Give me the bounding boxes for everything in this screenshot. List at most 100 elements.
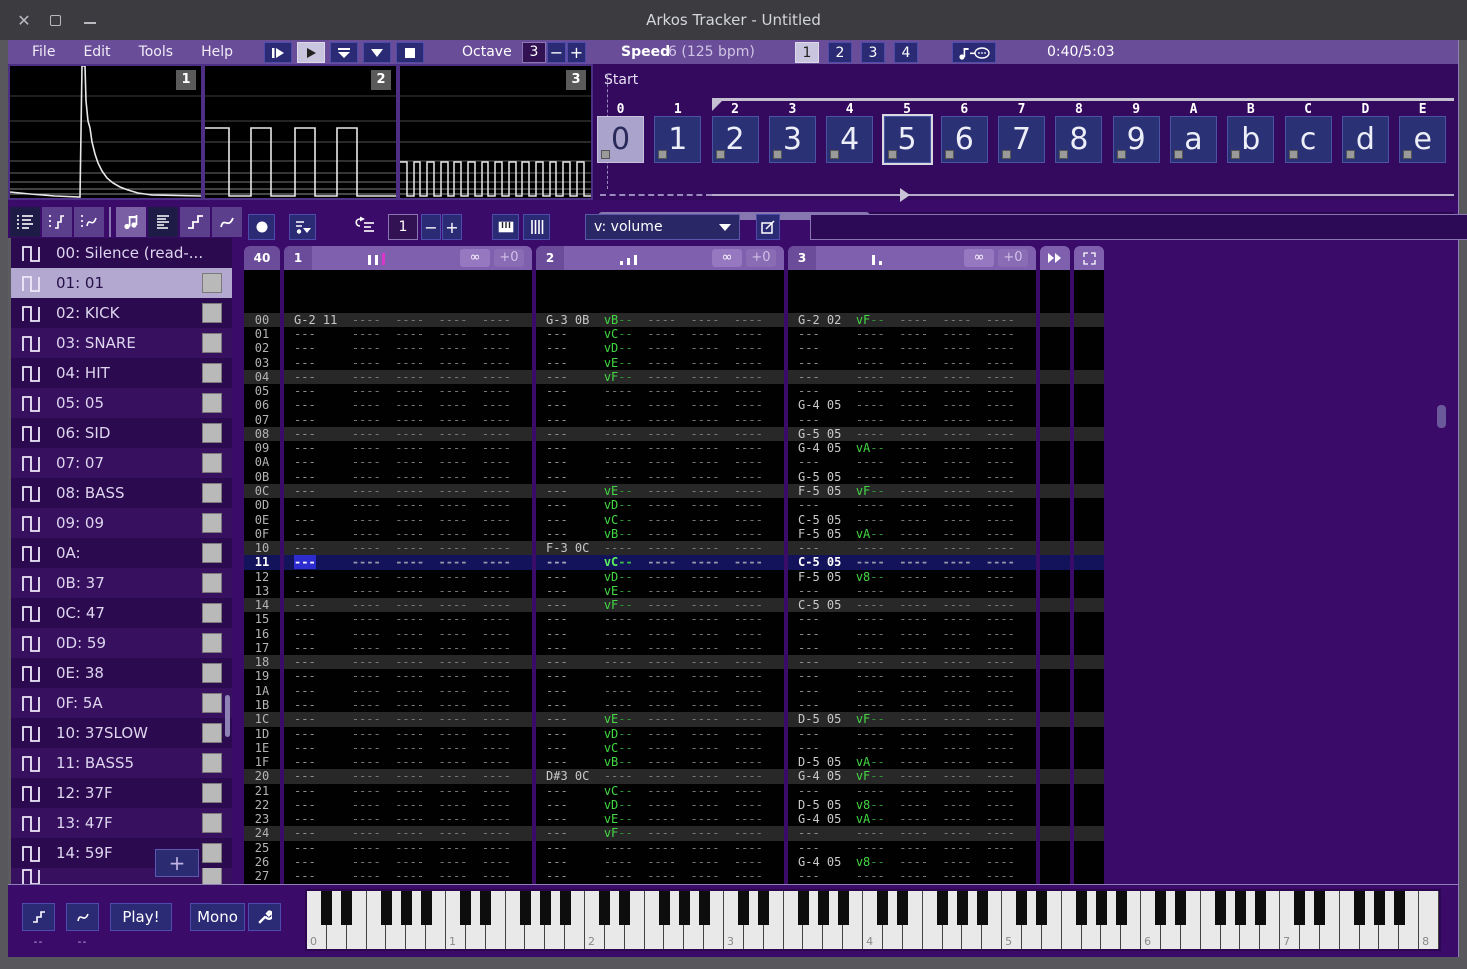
note-cell[interactable]: D-5 (798, 798, 820, 812)
effect-cell[interactable]: ---- (899, 826, 928, 840)
instrument-cell[interactable] (827, 541, 841, 555)
effect-cell[interactable]: ---- (482, 555, 511, 569)
effect-cell[interactable]: ---- (734, 427, 763, 441)
instrument-cell[interactable] (323, 427, 337, 441)
note-cell[interactable]: F-5 (798, 484, 820, 498)
effect-cell[interactable]: ---- (395, 698, 424, 712)
effect-cell[interactable]: ---- (439, 470, 468, 484)
columns-view-button[interactable] (523, 214, 550, 240)
effect-cell[interactable]: ---- (986, 470, 1015, 484)
effect-cell[interactable]: ---- (899, 541, 928, 555)
piano-black-key[interactable] (1076, 891, 1087, 925)
instrument-row-0E[interactable]: 0E: 38 (8, 658, 232, 688)
effect-cell[interactable]: ---- (856, 741, 885, 755)
note-cell[interactable]: --- (294, 784, 316, 798)
note-cell[interactable]: --- (798, 341, 820, 355)
effect-cell[interactable]: ---- (352, 555, 381, 569)
note-cell[interactable]: --- (294, 812, 316, 826)
instrument-mute-box[interactable] (202, 868, 222, 884)
effect-cell[interactable]: ---- (647, 684, 676, 698)
instrument-mute-box[interactable] (202, 333, 222, 353)
effect-cell[interactable]: ---- (482, 541, 511, 555)
effect-cell[interactable]: ---- (899, 855, 928, 869)
effect-cell[interactable]: ---- (482, 841, 511, 855)
effect-cell[interactable]: ---- (352, 313, 381, 327)
instrument-cell[interactable] (575, 755, 589, 769)
effect-cell[interactable]: ---- (691, 755, 720, 769)
effect-cell[interactable]: ---- (647, 455, 676, 469)
note-cell[interactable]: --- (798, 684, 820, 698)
piano-black-key[interactable] (421, 891, 432, 925)
note-cell[interactable]: --- (294, 427, 316, 441)
instrument-cell[interactable] (323, 413, 337, 427)
effect-cell[interactable]: ---- (986, 427, 1015, 441)
play-pattern-from-top-button[interactable] (330, 42, 358, 63)
effect-cell[interactable]: ---- (691, 727, 720, 741)
effect-cell[interactable]: ---- (691, 698, 720, 712)
step-plus-button[interactable]: + (442, 214, 462, 240)
note-cell[interactable]: --- (546, 869, 568, 883)
effect-cell[interactable]: ---- (691, 498, 720, 512)
effect-cell[interactable]: ---- (482, 784, 511, 798)
effect-cell[interactable]: ---- (943, 684, 972, 698)
effect-cell[interactable]: ---- (482, 869, 511, 883)
effect-cell[interactable]: ---- (439, 384, 468, 398)
effect-cell[interactable]: ---- (352, 413, 381, 427)
pattern-cell[interactable]: --- vC-- ---- ---- ---- (536, 327, 784, 341)
instrument-cell[interactable] (575, 384, 589, 398)
effect-cell[interactable]: ---- (691, 784, 720, 798)
instrument-mute-box[interactable] (202, 573, 222, 593)
instrument-cell[interactable] (575, 441, 589, 455)
piano-black-key[interactable] (1215, 891, 1226, 925)
note-cell[interactable]: --- (546, 627, 568, 641)
effect-cell[interactable]: ---- (395, 455, 424, 469)
effect-cell[interactable]: ---- (899, 641, 928, 655)
effect-cell[interactable]: ---- (439, 812, 468, 826)
instrument-cell[interactable]: 05 (827, 855, 841, 869)
effect-cell[interactable]: ---- (647, 612, 676, 626)
effect-cell[interactable]: ---- (856, 341, 885, 355)
effect-cell[interactable]: ---- (352, 570, 381, 584)
instrument-mute-box[interactable] (202, 693, 222, 713)
instrument-mute-box[interactable] (202, 483, 222, 503)
effect-cell[interactable]: ---- (943, 755, 972, 769)
effect-cell[interactable]: ---- (691, 341, 720, 355)
instrument-cell[interactable] (827, 356, 841, 370)
instrument-cell[interactable] (827, 784, 841, 798)
effect-cell[interactable]: ---- (352, 584, 381, 598)
effect-cell[interactable]: ---- (395, 784, 424, 798)
instrument-cell[interactable] (575, 641, 589, 655)
instrument-mute-box[interactable] (202, 633, 222, 653)
instrument-row-13[interactable]: 13: 47F (8, 808, 232, 838)
instrument-cell[interactable]: 02 (827, 313, 841, 327)
effect-cell[interactable]: ---- (943, 527, 972, 541)
pattern-cell[interactable]: --- vF-- ---- ---- ---- (536, 598, 784, 612)
effect-cell[interactable]: ---- (986, 826, 1015, 840)
instrument-cell[interactable] (575, 398, 589, 412)
effect-cell[interactable]: ---- (691, 655, 720, 669)
instrument-row-11[interactable]: 11: BASS5 (8, 748, 232, 778)
channel-track-3[interactable]: G-2 02 vF-- ---- ---- ------- ---- ---- … (788, 270, 1036, 884)
instrument-cell[interactable] (827, 327, 841, 341)
effect-cell[interactable]: ---- (647, 341, 676, 355)
pattern-cell[interactable]: --- ---- ---- ---- ---- (284, 812, 532, 826)
instrument-row-0B[interactable]: 0B: 37 (8, 568, 232, 598)
effect-cell[interactable]: ---- (899, 612, 928, 626)
effect-cell[interactable]: ---- (439, 755, 468, 769)
octave-plus-button[interactable]: + (567, 42, 586, 63)
instrument-cell[interactable] (575, 655, 589, 669)
effect-cell[interactable]: ---- (604, 684, 633, 698)
instrument-cell[interactable] (575, 513, 589, 527)
effect-cell[interactable]: ---- (482, 598, 511, 612)
effect-cell[interactable]: ---- (352, 356, 381, 370)
effect-cell[interactable]: ---- (691, 555, 720, 569)
effect-cell[interactable]: ---- (482, 513, 511, 527)
pattern-cell[interactable]: --- ---- ---- ---- ---- (536, 841, 784, 855)
instrument-cell[interactable] (323, 327, 337, 341)
expand-track-header[interactable] (1074, 246, 1104, 270)
piano-black-key[interactable] (381, 891, 392, 925)
effect-cell[interactable]: ---- (899, 784, 928, 798)
pattern-cell[interactable]: C-5 05 ---- ---- ---- ---- (788, 598, 1036, 612)
pattern-cell[interactable]: --- ---- ---- ---- ---- (536, 869, 784, 883)
instrument-cell[interactable] (827, 869, 841, 883)
